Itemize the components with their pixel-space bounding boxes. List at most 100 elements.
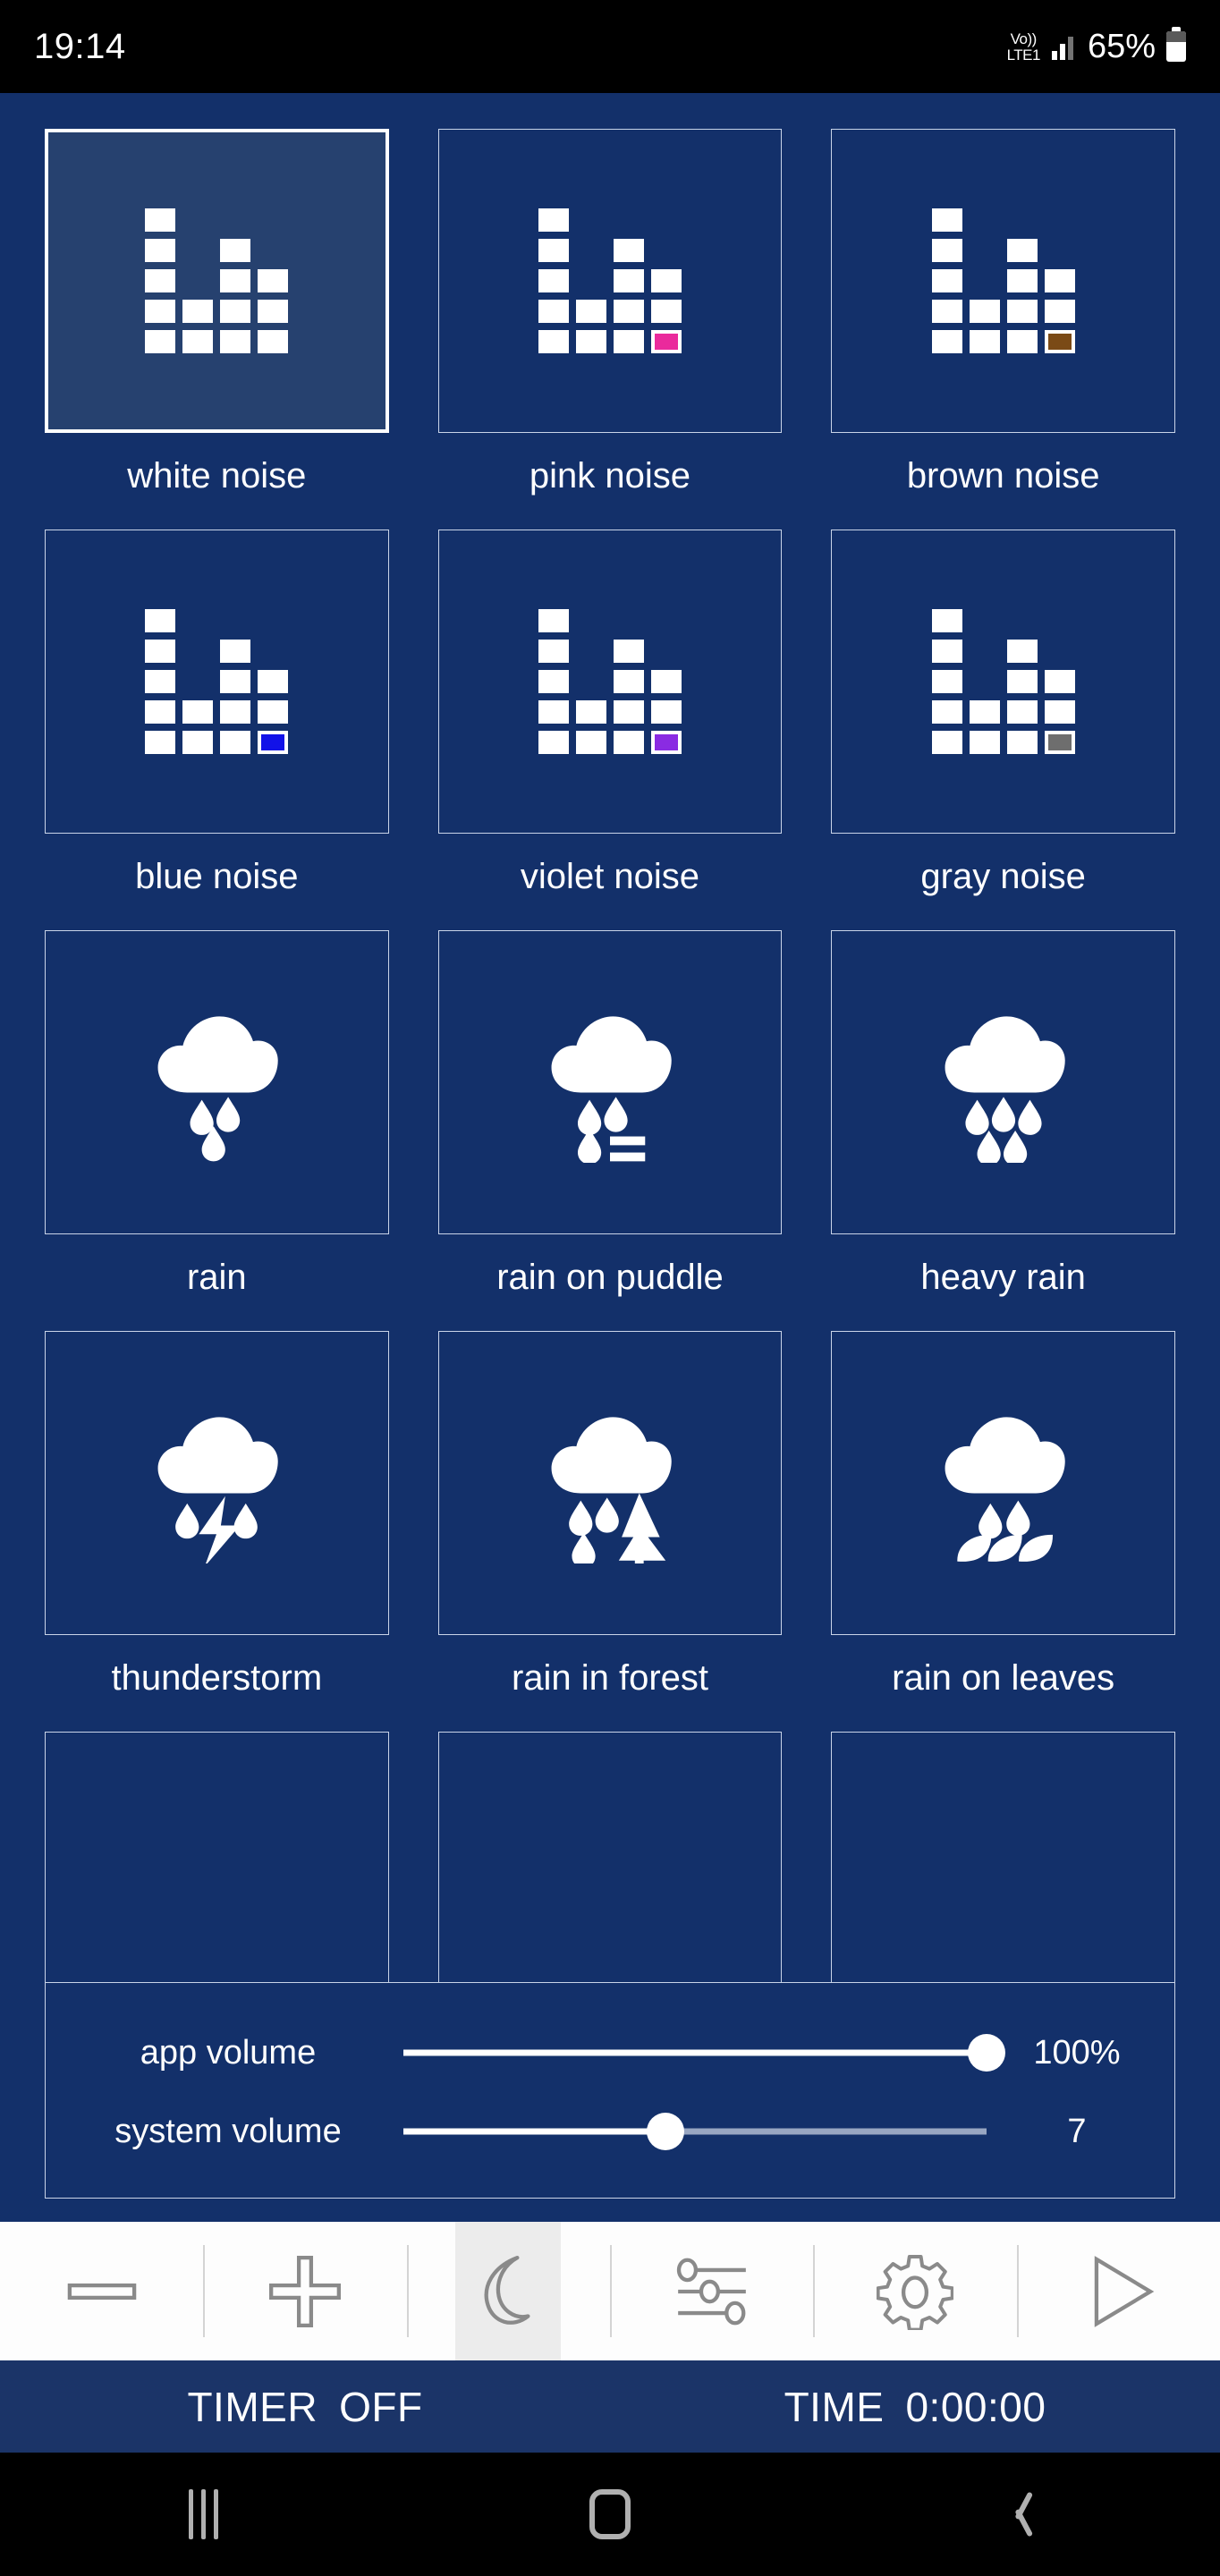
sound-grid-area: white noise pink noise brown noise blue noi… xyxy=(0,93,1220,2222)
sound-grid: white noise pink noise brown noise blue noi… xyxy=(0,93,1220,2097)
sound-tile-label: gray noise xyxy=(920,857,1086,896)
status-bar: 19:14 Vo)) LTE1 65% xyxy=(0,0,1220,93)
sound-cell: rain xyxy=(45,930,389,1331)
system-volume-thumb[interactable] xyxy=(647,2113,685,2150)
sound-tile-label: rain in forest xyxy=(511,1658,709,1698)
timer-bar: TIMER OFF TIME 0:00:00 xyxy=(0,2360,1220,2453)
rain-cloud-icon xyxy=(157,1016,279,1162)
rain-leaves-icon xyxy=(945,1417,1065,1562)
sound-tile-thunderstorm[interactable] xyxy=(45,1331,389,1635)
sound-tile-label: white noise xyxy=(127,456,307,496)
system-volume-row: system volume 7 xyxy=(76,2092,1144,2171)
equalizer-icon xyxy=(145,609,289,754)
status-bar-indicators: Vo)) LTE1 65% xyxy=(1006,27,1186,66)
equalizer-icon xyxy=(931,208,1075,353)
nav-back-button[interactable] xyxy=(963,2470,1071,2559)
sound-tile-gray-noise[interactable] xyxy=(831,530,1175,834)
sound-cell: brown noise xyxy=(831,129,1175,530)
android-nav-bar xyxy=(0,2453,1220,2576)
sound-tile-rain-on-leaves[interactable] xyxy=(831,1331,1175,1635)
equalizer-icon xyxy=(538,609,682,754)
app-volume-value: 100% xyxy=(1033,2033,1121,2072)
minus-button[interactable] xyxy=(0,2222,203,2360)
sound-tile-rain[interactable] xyxy=(45,930,389,1234)
home-icon xyxy=(589,2489,631,2539)
sound-cell: heavy rain xyxy=(831,930,1175,1331)
battery-percent-label: 65% xyxy=(1087,27,1156,65)
sound-cell: blue noise xyxy=(45,530,389,930)
elapsed-time[interactable]: TIME 0:00:00 xyxy=(610,2383,1220,2431)
sound-tile-label: thunderstorm xyxy=(111,1658,323,1698)
nav-home-button[interactable] xyxy=(556,2470,664,2559)
moon-icon xyxy=(484,2255,530,2325)
app-volume-label: app volume xyxy=(140,2033,317,2072)
sound-cell: rain on puddle xyxy=(437,930,783,1331)
app-volume-row: app volume 100% xyxy=(76,2013,1144,2092)
volume-panel: app volume 100% system volume 7 xyxy=(45,1982,1175,2199)
play-icon xyxy=(1095,2255,1155,2327)
sound-tile-white-noise[interactable] xyxy=(45,129,389,433)
app-root: 19:14 Vo)) LTE1 65% white noise pink nois… xyxy=(0,0,1220,2576)
equalizer-icon xyxy=(538,208,682,353)
sound-cell: thunderstorm xyxy=(45,1331,389,1732)
bottom-toolbar xyxy=(0,2222,1220,2360)
app-volume-fill xyxy=(403,2049,987,2056)
minus-icon xyxy=(67,2283,136,2300)
system-volume-slider[interactable] xyxy=(403,2113,987,2150)
system-volume-label: system volume xyxy=(114,2112,342,2150)
rain-forest-icon xyxy=(551,1417,672,1563)
battery-icon xyxy=(1166,27,1186,62)
sound-cell: rain on leaves xyxy=(831,1331,1175,1732)
sound-tile-label: violet noise xyxy=(520,857,700,896)
app-volume-slider[interactable] xyxy=(403,2034,1005,2072)
sound-cell: gray noise xyxy=(831,530,1175,930)
sound-tile-rain-in-forest[interactable] xyxy=(437,1331,783,1635)
sound-tile-label: brown noise xyxy=(906,456,1100,496)
volte-icon: Vo)) LTE1 xyxy=(1006,30,1041,64)
settings-button[interactable] xyxy=(813,2222,1016,2360)
timer-value: OFF xyxy=(339,2383,423,2430)
rain-puddle-icon xyxy=(551,1016,672,1163)
equalizer-icon xyxy=(145,208,289,353)
time-value: 0:00:00 xyxy=(905,2383,1046,2430)
sound-cell: violet noise xyxy=(437,530,783,930)
nav-recents-button[interactable] xyxy=(149,2470,257,2559)
sound-tile-blue-noise[interactable] xyxy=(45,530,389,834)
system-volume-fill xyxy=(403,2128,666,2135)
signal-strength-icon xyxy=(1051,33,1073,60)
recents-icon xyxy=(188,2489,218,2539)
play-button[interactable] xyxy=(1016,2222,1220,2360)
sound-cell: white noise xyxy=(45,129,389,530)
plus-icon xyxy=(268,2255,341,2327)
sound-tile-label: heavy rain xyxy=(920,1258,1086,1297)
volte-top-label: Vo)) xyxy=(1010,30,1038,47)
time-label: TIME xyxy=(784,2383,885,2430)
back-icon xyxy=(1002,2489,1032,2539)
timer-status[interactable]: TIMER OFF xyxy=(0,2383,610,2431)
sound-tile-label: blue noise xyxy=(135,857,299,896)
sound-tile-heavy-rain[interactable] xyxy=(831,930,1175,1234)
app-volume-thumb[interactable] xyxy=(968,2034,1005,2072)
heavy-rain-icon xyxy=(945,1016,1065,1163)
gear-icon xyxy=(876,2254,953,2330)
sound-tile-label: rain xyxy=(186,1258,247,1297)
thunderstorm-icon xyxy=(157,1417,279,1563)
sound-tile-label: rain on puddle xyxy=(496,1258,724,1297)
equalizer-icon xyxy=(931,609,1075,754)
volte-bottom-label: LTE1 xyxy=(1006,46,1041,64)
sound-tile-label: rain on leaves xyxy=(892,1658,1115,1698)
sound-cell: rain in forest xyxy=(437,1331,783,1732)
sound-tile-pink-noise[interactable] xyxy=(437,129,783,433)
sound-tile-violet-noise[interactable] xyxy=(437,530,783,834)
night-mode-button[interactable] xyxy=(406,2222,610,2360)
status-bar-clock: 19:14 xyxy=(34,26,126,66)
sliders-icon xyxy=(676,2258,746,2325)
system-volume-value: 7 xyxy=(1067,2112,1087,2150)
timer-label: TIMER xyxy=(187,2383,318,2430)
sound-cell: pink noise xyxy=(437,129,783,530)
sound-tile-rain-on-puddle[interactable] xyxy=(437,930,783,1234)
mixer-button[interactable] xyxy=(609,2222,813,2360)
sound-tile-label: pink noise xyxy=(529,456,691,496)
plus-button[interactable] xyxy=(203,2222,406,2360)
sound-tile-brown-noise[interactable] xyxy=(831,129,1175,433)
